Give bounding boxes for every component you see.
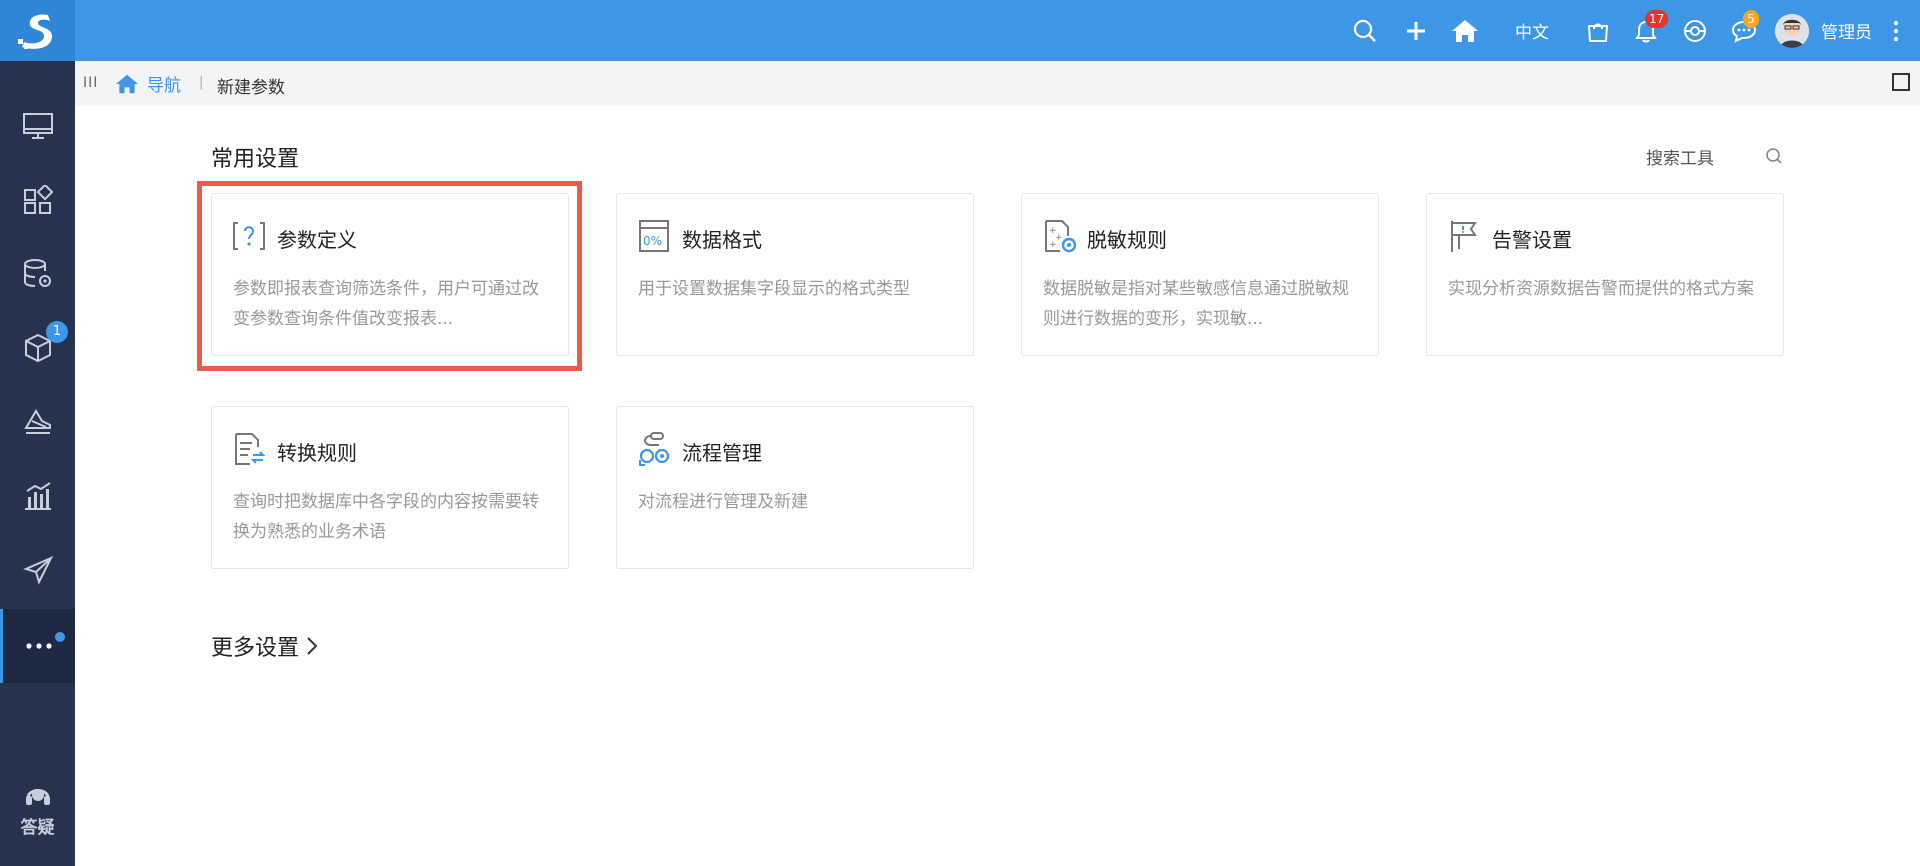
convert-rule-icon [232,431,266,467]
alarm-flag-icon [1447,218,1481,254]
card-convert-rule[interactable]: 转换规则 查询时把数据库中各字段的内容按需要转换为熟悉的业务术语 [211,406,569,569]
messages-button[interactable]: 5 [1719,0,1769,61]
sidebar-item-monitor[interactable] [0,89,75,163]
messages-badge: 5 [1743,10,1759,28]
breadcrumb-home-link[interactable]: 导航 [115,71,181,96]
sidebar-item-cube[interactable]: 1 [0,311,75,385]
add-icon[interactable] [1391,0,1441,61]
chevron-right-icon [307,637,318,655]
card-title: 告警设置 [1492,228,1572,252]
more-settings-link[interactable]: 更多设置 [211,630,319,662]
svg-text:0%: 0% [643,234,662,248]
sidebar-toggle-icon[interactable]: III [83,75,98,91]
headset-icon [25,789,50,805]
language-switch[interactable]: 中文 [1489,0,1575,61]
search-icon[interactable] [1765,147,1783,169]
section-title: 常用设置 [211,147,300,172]
sidebar-item-send[interactable] [0,533,75,607]
monitor-icon [22,113,53,139]
search-icon[interactable] [1339,0,1391,61]
maximize-icon[interactable] [1892,73,1910,91]
shopping-bag-icon[interactable] [1575,0,1621,61]
data-format-icon: 0% [637,218,671,254]
card-description: 实现分析资源数据告警而提供的格式方案 [1448,279,1754,299]
parameter-icon [232,218,266,254]
sidebar-item-apps[interactable] [0,163,75,237]
card-desensitize-rule[interactable]: + + + 脱敏规则 数据脱敏是指对某些敏感信息通过脱敏规则进行数据的变形，实现敏.… [1021,193,1379,356]
card-description: 对流程进行管理及新建 [638,492,808,512]
search-tool-label[interactable]: 搜索工具 [1646,144,1714,169]
breadcrumb-home-label: 导航 [147,76,181,96]
card-description: 用于设置数据集字段显示的格式类型 [638,279,910,299]
svg-text:+: + [1049,240,1057,250]
bar-chart-icon [24,482,51,510]
breadcrumb-separator: | [199,75,204,90]
more-settings-label: 更多设置 [211,636,300,661]
workflow-icon [637,431,671,467]
card-parameter-definition[interactable]: 参数定义 参数即报表查询筛选条件，用户可通过改变参数查询条件值改变报表... [211,193,569,356]
sidebar-item-database[interactable] [0,237,75,311]
sidebar-item-more[interactable] [0,609,75,683]
card-workflow-management[interactable]: 流程管理 对流程进行管理及新建 [616,406,974,569]
app-logo[interactable] [0,0,75,61]
card-title: 参数定义 [277,228,357,252]
notifications-badge: 17 [1645,10,1669,28]
card-title: 脱敏规则 [1087,228,1167,252]
card-title: 转换规则 [277,441,357,465]
user-menu[interactable]: 管理员 [1769,0,1872,61]
card-data-format[interactable]: 0% 数据格式 用于设置数据集字段显示的格式类型 [616,193,974,356]
sidebar: 1 答疑 [0,61,75,866]
database-settings-icon [23,259,51,287]
card-alarm-settings[interactable]: 告警设置 实现分析资源数据告警而提供的格式方案 [1426,193,1784,356]
home-icon [116,74,138,93]
sidebar-item-analytics[interactable] [0,459,75,533]
card-title: 数据格式 [682,228,762,252]
send-icon [22,556,53,585]
user-name: 管理员 [1821,23,1872,43]
breadcrumb-current: 新建参数 [217,78,285,98]
card-description: 参数即报表查询筛选条件，用户可通过改变参数查询条件值改变报表... [233,279,539,329]
card-description: 查询时把数据库中各字段的内容按需要转换为熟悉的业务术语 [233,492,539,542]
language-label: 中文 [1515,23,1549,43]
notifications-bell[interactable]: 17 [1621,0,1671,61]
breadcrumb: III 导航 | 新建参数 [75,61,1920,106]
help-label: 答疑 [20,818,55,838]
layers-icon [23,409,51,434]
card-description: 数据脱敏是指对某些敏感信息通过脱敏规则进行数据的变形，实现敏... [1043,279,1349,329]
help-qa-button[interactable]: 答疑 [0,781,75,861]
apps-grid-icon [23,185,53,214]
more-dots-icon [26,643,52,649]
desensitize-icon: + + + [1042,218,1077,254]
sidebar-badge: 1 [46,321,68,343]
more-vertical-icon[interactable] [1872,0,1920,61]
sidebar-active-dot [55,632,65,642]
top-bar: 中文 17 5 管理员 [0,0,1920,61]
card-title: 流程管理 [682,441,762,465]
support-agent-icon[interactable] [1671,0,1719,61]
home-icon[interactable] [1441,0,1489,61]
top-right-toolbar: 中文 17 5 管理员 [1339,0,1920,61]
sidebar-item-layers[interactable] [0,385,75,459]
avatar [1775,13,1809,48]
